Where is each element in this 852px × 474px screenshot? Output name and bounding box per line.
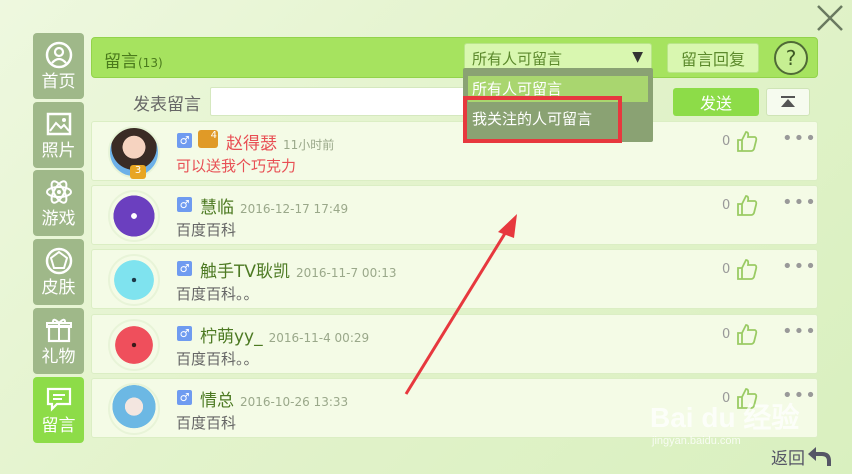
list-item: ♂ 慧临 2016-12-17 17:49 百度百科 0 ••• <box>91 185 818 245</box>
post-label: 发表留言 <box>133 95 201 115</box>
message-content: 百度百科 <box>176 221 237 239</box>
timestamp: 2016-12-17 17:49 <box>240 202 349 216</box>
post-row: 发表留言 发送 <box>91 84 818 118</box>
like-count: 0 <box>722 262 731 277</box>
sidebar-item-label: 游戏 <box>41 209 76 229</box>
vip-level: 4 <box>210 130 217 141</box>
more-options-button[interactable]: ••• <box>782 128 817 149</box>
username-text: 情总 <box>200 391 234 411</box>
title-text: 留言 <box>104 52 138 72</box>
avatar[interactable] <box>108 319 160 371</box>
message-content: 可以送我个巧克力 <box>176 157 297 175</box>
sidebar-item-game[interactable]: 游戏 <box>33 170 84 236</box>
message-content: 百度百科 <box>176 414 237 432</box>
thumbs-up-icon[interactable] <box>735 129 759 153</box>
help-button[interactable]: ? <box>774 41 808 75</box>
list-item: 3 ♂ 4 赵得瑟 11小时前 可以送我个巧克力 0 ••• <box>91 121 818 181</box>
sidebar-item-message[interactable]: 留言 <box>33 377 84 443</box>
close-icon[interactable] <box>814 2 846 34</box>
message-content: 百度百科。。 <box>176 285 259 303</box>
list-item: ♂ 柠萌yy_ 2016-11-4 00:29 百度百科。。 0 ••• <box>91 314 818 374</box>
like-count: 0 <box>722 134 731 149</box>
sidebar-item-label: 照片 <box>41 141 76 161</box>
like-count: 0 <box>722 198 731 213</box>
photo-icon <box>46 112 71 136</box>
thumbs-up-icon[interactable] <box>735 322 759 346</box>
username[interactable]: 触手TV耿凯 2016-11-7 00:13 <box>200 257 397 282</box>
thumbs-up-icon[interactable] <box>735 193 759 217</box>
menu-item-followed-only[interactable]: 我关注的人可留言 <box>468 106 648 132</box>
username-text: 触手TV耿凯 <box>200 262 291 282</box>
sidebar-item-label: 礼物 <box>41 347 76 367</box>
back-arrow-icon[interactable] <box>806 444 832 468</box>
male-icon: ♂ <box>177 390 192 405</box>
male-icon: ♂ <box>177 133 192 148</box>
message-icon <box>46 387 71 412</box>
permission-menu: 所有人可留言 我关注的人可留言 <box>463 68 653 142</box>
scroll-top-button[interactable] <box>766 88 810 116</box>
male-icon: ♂ <box>177 197 192 212</box>
more-options-button[interactable]: ••• <box>782 192 817 213</box>
timestamp: 2016-10-26 13:33 <box>240 395 349 409</box>
username[interactable]: 赵得瑟 11小时前 <box>226 129 334 154</box>
sidebar-item-skin[interactable]: 皮肤 <box>33 239 84 305</box>
avatar[interactable] <box>108 383 160 435</box>
username-text: 柠萌yy_ <box>200 327 263 347</box>
scroll-top-icon <box>781 96 795 107</box>
username[interactable]: 慧临 2016-12-17 17:49 <box>200 193 348 218</box>
level-badge: 3 <box>130 165 146 179</box>
username-text: 赵得瑟 <box>226 134 277 154</box>
back-button[interactable]: 返回 <box>771 444 805 469</box>
game-icon <box>45 180 72 204</box>
thumbs-up-icon[interactable] <box>735 257 759 281</box>
sidebar-item-label: 皮肤 <box>41 278 76 298</box>
avatar[interactable] <box>108 190 160 242</box>
sidebar-item-photo[interactable]: 照片 <box>33 102 84 168</box>
timestamp: 2016-11-4 00:29 <box>268 331 370 345</box>
timestamp: 11小时前 <box>283 138 335 152</box>
vip-icon: 4 <box>198 130 218 148</box>
dropdown-arrow-icon: ▼ <box>632 49 643 65</box>
username[interactable]: 情总 2016-10-26 13:33 <box>200 386 348 411</box>
like-count: 0 <box>722 327 731 342</box>
dropdown-value: 所有人可留言 <box>472 49 563 68</box>
sidebar-item-label: 留言 <box>41 416 76 436</box>
sidebar-item-label: 首页 <box>41 72 76 92</box>
more-options-button[interactable]: ••• <box>782 321 817 342</box>
page-title: 留言(13) <box>104 47 163 72</box>
sidebar-item-home[interactable]: 首页 <box>33 33 84 99</box>
watermark-logo: Bai du 经验 <box>650 402 800 433</box>
username-text: 慧临 <box>200 198 234 218</box>
message-count: (13) <box>138 56 163 70</box>
send-button[interactable]: 发送 <box>673 88 759 116</box>
watermark-url: jingyan.baidu.com <box>652 435 741 447</box>
home-icon <box>45 41 72 69</box>
avatar[interactable] <box>108 254 160 306</box>
more-options-button[interactable]: ••• <box>782 256 817 277</box>
reply-button[interactable]: 留言回复 <box>667 43 759 73</box>
sidebar-item-gift[interactable]: 礼物 <box>33 308 84 374</box>
skin-icon <box>45 247 72 275</box>
timestamp: 2016-11-7 00:13 <box>296 266 397 280</box>
header-bar: 留言(13) 所有人可留言 ▼ 留言回复 ? <box>91 37 818 78</box>
male-icon: ♂ <box>177 326 192 341</box>
sidebar: 首页 照片 游戏 皮肤 礼物 留言 <box>33 33 84 473</box>
message-content: 百度百科。。 <box>176 350 259 368</box>
username[interactable]: 柠萌yy_ 2016-11-4 00:29 <box>200 322 369 347</box>
menu-item-everyone[interactable]: 所有人可留言 <box>468 76 648 102</box>
list-item: ♂ 触手TV耿凯 2016-11-7 00:13 百度百科。。 0 ••• <box>91 249 818 309</box>
male-icon: ♂ <box>177 261 192 276</box>
gift-icon <box>45 318 72 343</box>
